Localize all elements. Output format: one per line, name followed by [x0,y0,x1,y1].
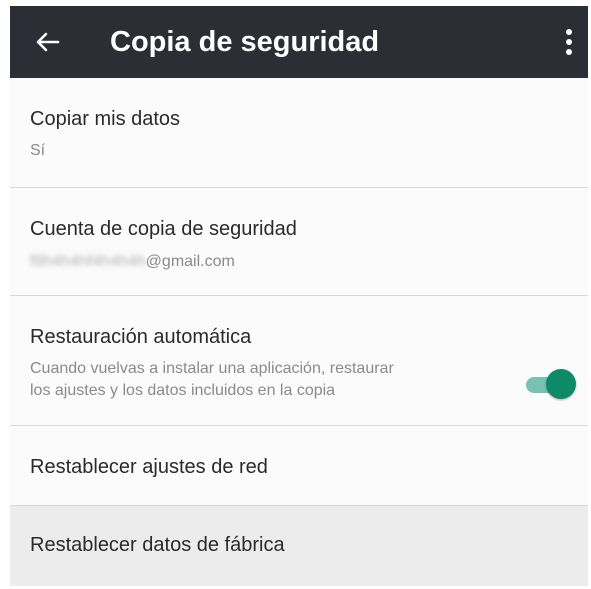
setting-title: Restablecer datos de fábrica [30,534,285,556]
setting-value: Sí [30,142,46,159]
setting-backup-account[interactable]: Cuenta de copia de seguridad f8h4h4hf4h4… [10,188,588,296]
setting-auto-restore[interactable]: Restauración automática Cuando vuelvas a… [10,296,588,426]
settings-list: Copiar mis datos Sí Cuenta de copia de s… [10,78,588,586]
settings-screen: Copia de seguridad Copiar mis datos Sí C… [10,6,588,586]
setting-title: Restauración automática [30,326,252,348]
setting-description-line-1: Cuando vuelvas a instalar una aplicación… [30,360,394,377]
setting-reset-network[interactable]: Restablecer ajustes de red [10,426,588,506]
setting-title: Restablecer ajustes de red [30,456,268,478]
toggle-thumb [546,369,576,399]
page-title: Copia de seguridad [110,26,380,58]
setting-title: Copiar mis datos [30,108,181,130]
account-email-domain: @gmail.com [145,253,235,270]
auto-restore-toggle[interactable] [522,364,580,404]
app-toolbar: Copia de seguridad [10,6,588,78]
more-vert-icon [566,29,572,55]
setting-factory-reset[interactable]: Restablecer datos de fábrica [10,506,588,586]
setting-title: Cuenta de copia de seguridad [30,218,297,240]
more-options-button[interactable] [554,20,584,64]
account-email-redacted: f8h4h4hf4h4h4h [30,253,146,270]
account-email: f8h4h4hf4h4h4h@gmail.com [30,251,235,272]
setting-backup-data[interactable]: Copiar mis datos Sí [10,78,588,188]
back-button[interactable] [28,24,68,60]
arrow-back-icon [36,32,60,52]
setting-description-line-2: los ajustes y los datos incluidos en la … [30,382,336,399]
